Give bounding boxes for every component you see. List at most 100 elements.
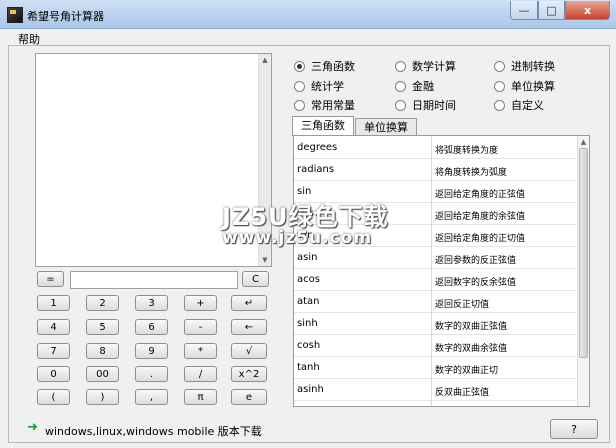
category-label: 数学计算 [412,60,456,73]
download-link[interactable]: windows,linux,windows mobile 版本下载 [45,423,262,439]
function-description: 返回参数的反正弦值 [435,256,517,266]
help-button[interactable]: ? [550,419,598,439]
function-description: 数字的双曲正弦值 [435,322,508,332]
key-1[interactable]: 2 [86,295,119,311]
table-row[interactable]: degrees 将弧度转换为度 [294,136,576,159]
clear-button[interactable]: C [242,271,269,287]
category-option[interactable]: 统计学 [294,78,344,94]
table-row[interactable]: acos 返回数字的反余弦值 [294,268,576,291]
tab-trig[interactable]: 三角函数 [292,116,354,136]
radio-icon[interactable] [395,99,406,111]
function-description: 数字的双曲正切 [435,366,499,376]
key-18[interactable]: / [184,366,217,382]
radio-icon[interactable] [294,60,305,72]
scroll-down-icon[interactable]: ▼ [259,254,271,266]
expression-input[interactable] [70,271,238,289]
key-6[interactable]: 5 [86,319,119,335]
function-table: degrees 将弧度转换为度 radians 将角度转换为弧度 sin 返回给定角度的正… [293,135,590,407]
key-2[interactable]: 3 [135,295,168,311]
function-description: 返回反正切值 [435,300,490,310]
key-14[interactable]: √ [231,343,267,359]
key-11[interactable]: 8 [86,343,119,359]
category-option[interactable]: 三角函数 [294,58,355,74]
function-description: 返回给定角度的正切值 [435,234,526,244]
category-label: 进制转换 [511,60,555,73]
key-16[interactable]: 00 [86,366,119,382]
function-name: degrees [297,142,338,153]
scroll-up-icon[interactable]: ▲ [259,54,271,66]
radio-icon[interactable] [494,80,505,92]
radio-icon[interactable] [294,80,305,92]
table-row[interactable]: atan 返回反正切值 [294,290,576,313]
key-17[interactable]: . [135,366,168,382]
table-row[interactable]: cosh 数字的双曲余弦值 [294,334,576,357]
scroll-thumb[interactable] [579,148,588,358]
key-15[interactable]: 0 [37,366,70,382]
radio-icon[interactable] [395,60,406,72]
table-row[interactable]: radians 将角度转换为弧度 [294,158,576,181]
key-21[interactable]: ) [86,389,119,405]
function-name: sin [297,186,312,197]
minimize-button[interactable]: — [510,1,538,20]
key-8[interactable]: - [184,319,217,335]
category-option[interactable]: 自定义 [494,97,544,113]
watermark: JZ5U绿色下载 www.jz5u.com [222,197,402,248]
tab-unit[interactable]: 单位换算 [355,118,417,136]
scroll-up-icon[interactable]: ▲ [578,136,589,148]
function-name: atan [297,296,320,307]
category-option[interactable]: 日期时间 [395,97,456,113]
app-icon [7,7,23,23]
category-label: 单位换算 [511,80,555,93]
key-20[interactable]: ( [37,389,70,405]
table-row[interactable]: sinh 数字的双曲正弦值 [294,312,576,335]
category-label: 日期时间 [412,99,456,112]
status-bar: ➜ windows,linux,windows mobile 版本下载 [17,418,537,438]
key-7[interactable]: 6 [135,319,168,335]
column-divider [431,136,432,406]
function-description: 数字的双曲余弦值 [435,344,508,354]
table-row[interactable]: asin 返回参数的反正弦值 [294,246,576,269]
function-description: 将弧度转换为度 [435,146,499,156]
watermark-line1: JZ5U绿色下载 [222,203,389,231]
function-description: 将角度转换为弧度 [435,168,508,178]
key-0[interactable]: 1 [37,295,70,311]
function-description: 返回给定角度的正弦值 [435,190,526,200]
key-13[interactable]: * [184,343,217,359]
watermark-line2: www.jz5u.com [222,228,373,248]
radio-icon[interactable] [395,80,406,92]
key-19[interactable]: x^2 [231,366,267,382]
category-option[interactable]: 数学计算 [395,58,456,74]
key-3[interactable]: + [184,295,217,311]
equals-button[interactable]: = [37,271,64,287]
category-label: 金融 [412,80,434,93]
function-name: sinh [297,318,318,329]
maximize-button[interactable]: □ [538,1,565,20]
key-24[interactable]: e [231,389,267,405]
function-name: acos [297,274,320,285]
category-option[interactable]: 常用常量 [294,97,355,113]
green-arrow-icon: ➜ [27,420,38,435]
table-scrollbar[interactable]: ▲ [577,136,589,406]
key-5[interactable]: 4 [37,319,70,335]
key-12[interactable]: 9 [135,343,168,359]
key-10[interactable]: 7 [37,343,70,359]
radio-icon[interactable] [494,60,505,72]
table-row[interactable]: asinh 反双曲正弦值 [294,378,576,401]
category-label: 自定义 [511,99,544,112]
category-label: 常用常量 [311,99,355,112]
window-controls: — □ x [510,1,610,20]
table-row[interactable]: tanh 数字的双曲正切 [294,356,576,379]
category-option[interactable]: 金融 [395,78,434,94]
function-name: asinh [297,384,324,395]
category-label: 三角函数 [311,60,355,73]
menu-bar: 帮助 [8,29,608,46]
radio-icon[interactable] [294,99,305,111]
category-option[interactable]: 进制转换 [494,58,555,74]
key-9[interactable]: ← [231,319,267,335]
key-4[interactable]: ↵ [231,295,267,311]
close-button[interactable]: x [565,1,610,20]
key-22[interactable]: , [135,389,168,405]
radio-icon[interactable] [494,99,505,111]
category-option[interactable]: 单位换算 [494,78,555,94]
key-23[interactable]: π [184,389,217,405]
